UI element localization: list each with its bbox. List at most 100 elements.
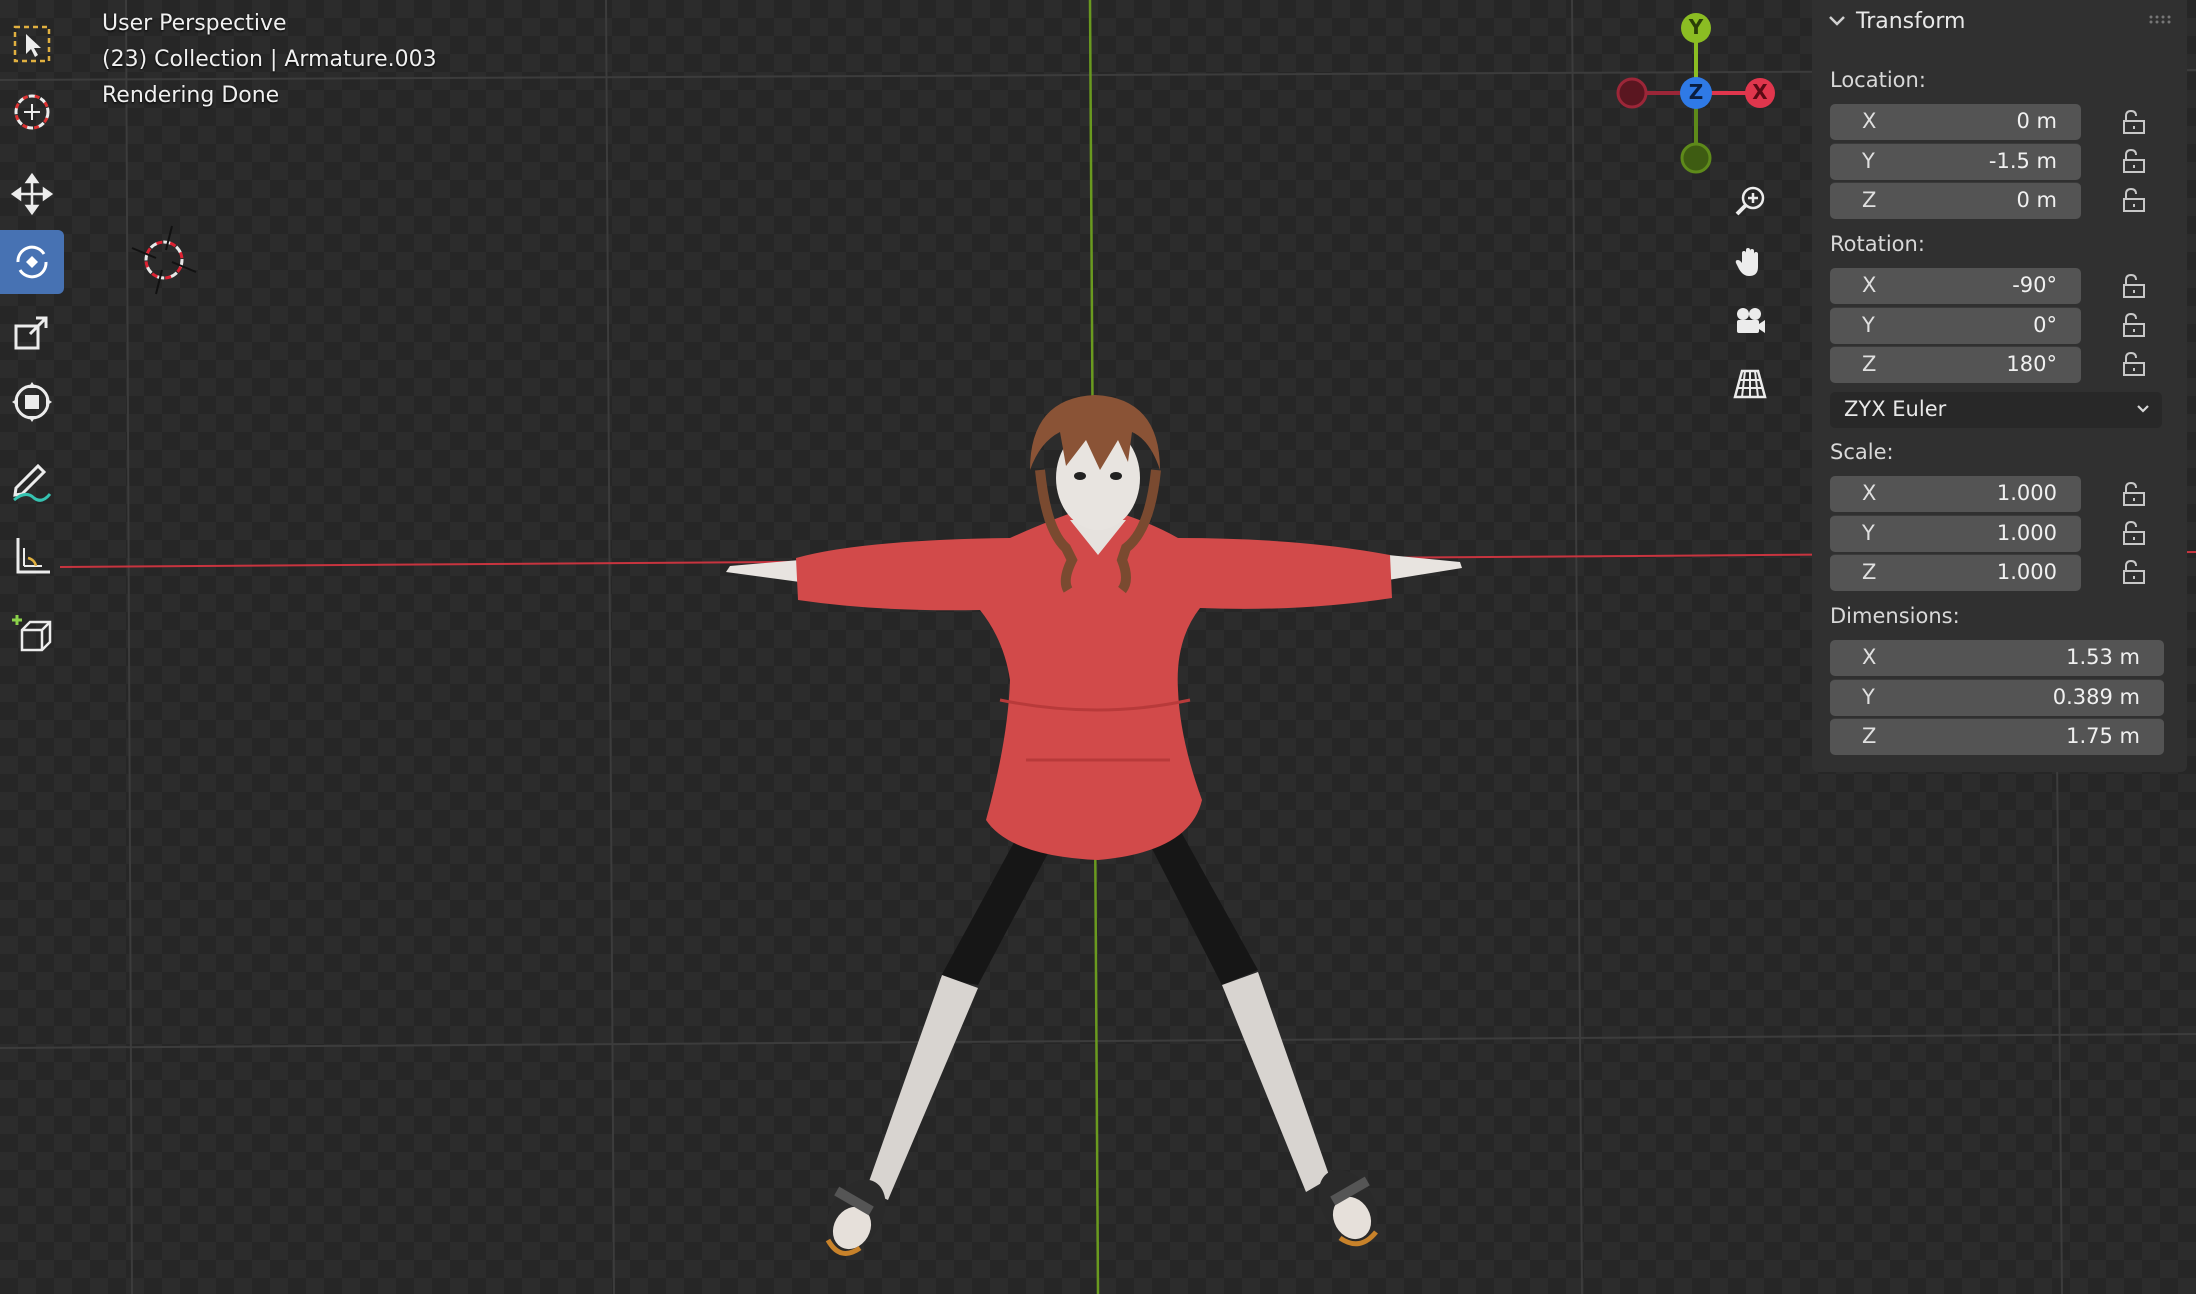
axis-label: X bbox=[1862, 481, 1877, 505]
character-model bbox=[726, 395, 1462, 1256]
location-label: Location: bbox=[1830, 68, 1926, 92]
field-value: 0.389 m bbox=[2052, 685, 2140, 709]
cursor-tool[interactable] bbox=[0, 80, 64, 144]
field-value: -1.5 m bbox=[1988, 149, 2057, 173]
measure-tool[interactable] bbox=[0, 524, 64, 588]
field-value: 180° bbox=[2006, 352, 2057, 376]
rotate-icon bbox=[16, 245, 48, 279]
scale-icon bbox=[14, 316, 48, 350]
field-value: 1.000 bbox=[1996, 481, 2057, 505]
panel-title: Transform bbox=[1856, 9, 1966, 34]
camera-view-button[interactable] bbox=[1728, 300, 1772, 344]
location-z-lock-toggle[interactable] bbox=[2116, 185, 2146, 215]
neg-x-axis-handle bbox=[1616, 77, 1648, 109]
lock-icon bbox=[2123, 273, 2145, 298]
pan-button[interactable] bbox=[1728, 240, 1772, 284]
select-box-tool[interactable] bbox=[0, 12, 64, 76]
scale-x-lock-toggle[interactable] bbox=[2116, 479, 2146, 509]
lock-icon bbox=[2123, 312, 2145, 337]
chevron-down-icon[interactable] bbox=[1828, 14, 1846, 28]
camera-icon bbox=[1737, 308, 1765, 333]
ruler-icon bbox=[16, 538, 50, 574]
viewport-perspective-label: User Perspective bbox=[102, 11, 287, 36]
scale-z-field[interactable]: Z 1.000 bbox=[1830, 554, 2081, 591]
rotate-tool[interactable] bbox=[0, 230, 64, 294]
field-value: 1.53 m bbox=[2066, 645, 2140, 669]
transform-panel-header[interactable]: Transform bbox=[1812, 0, 2187, 44]
lock-icon bbox=[2123, 351, 2145, 376]
field-value: 1.000 bbox=[1996, 560, 2057, 584]
axis-label: Z bbox=[1862, 188, 1877, 212]
scale-x-field[interactable]: X 1.000 bbox=[1830, 476, 2081, 512]
field-value: -90° bbox=[2012, 273, 2057, 297]
location-x-field[interactable]: X 0 m bbox=[1830, 104, 2081, 140]
move-tool[interactable] bbox=[0, 162, 64, 226]
dimensions-y-field[interactable]: Y 0.389 m bbox=[1830, 679, 2164, 716]
rotation-x-field[interactable]: X -90° bbox=[1830, 268, 2081, 304]
move-arrows-icon bbox=[10, 172, 54, 216]
axis-label: Y bbox=[1862, 149, 1875, 173]
transform-icon bbox=[12, 382, 52, 422]
dimensions-x-field[interactable]: X 1.53 m bbox=[1830, 640, 2164, 676]
add-cube-tool[interactable] bbox=[0, 602, 64, 666]
rotation-z-field[interactable]: Z 180° bbox=[1830, 346, 2081, 383]
drag-handle-icon[interactable] bbox=[2148, 14, 2172, 24]
lock-icon bbox=[2123, 520, 2145, 545]
zoom-button[interactable] bbox=[1728, 180, 1772, 224]
rotation-y-lock-toggle[interactable] bbox=[2116, 310, 2146, 340]
axis-label: Y bbox=[1862, 685, 1875, 709]
perspective-toggle-button[interactable] bbox=[1728, 362, 1772, 406]
scale-y-lock-toggle[interactable] bbox=[2116, 518, 2146, 548]
transform-tool[interactable] bbox=[0, 370, 64, 434]
add-cube-icon bbox=[12, 615, 52, 652]
axis-label: X bbox=[1862, 645, 1877, 669]
gizmo-z-label[interactable]: Z bbox=[1686, 80, 1706, 104]
rotation-x-lock-toggle[interactable] bbox=[2116, 271, 2146, 301]
field-value: 1.000 bbox=[1996, 521, 2057, 545]
annotate-tool[interactable] bbox=[0, 450, 64, 514]
location-y-field[interactable]: Y -1.5 m bbox=[1830, 143, 2081, 180]
scale-label: Scale: bbox=[1830, 440, 1894, 464]
dimensions-z-field[interactable]: Z 1.75 m bbox=[1830, 718, 2164, 755]
lock-icon bbox=[2123, 481, 2145, 506]
zoom-icon bbox=[1735, 186, 1765, 216]
location-x-lock-toggle[interactable] bbox=[2116, 107, 2146, 137]
transform-panel: Transform Location: X 0 m Y -1.5 m Z 0 m Ro… bbox=[1812, 0, 2187, 772]
scale-z-lock-toggle[interactable] bbox=[2116, 557, 2146, 587]
field-value: 0 m bbox=[2016, 188, 2058, 212]
axis-label: Z bbox=[1862, 724, 1877, 748]
axis-label: Y bbox=[1862, 521, 1875, 545]
field-value: 1.75 m bbox=[2066, 724, 2140, 748]
dimensions-label: Dimensions: bbox=[1830, 604, 1960, 628]
location-z-field[interactable]: Z 0 m bbox=[1830, 182, 2081, 219]
location-y-lock-toggle[interactable] bbox=[2116, 146, 2146, 176]
scale-tool[interactable] bbox=[0, 300, 64, 364]
lock-icon bbox=[2123, 148, 2145, 173]
axis-label: X bbox=[1862, 273, 1877, 297]
axis-label: X bbox=[1862, 109, 1877, 133]
lock-icon bbox=[2123, 109, 2145, 134]
rotation-y-field[interactable]: Y 0° bbox=[1830, 307, 2081, 344]
rotation-label: Rotation: bbox=[1830, 232, 1925, 256]
rotation-mode-dropdown[interactable]: ZYX Euler bbox=[1830, 392, 2162, 428]
viewport-collection-label: (23) Collection | Armature.003 bbox=[102, 47, 437, 72]
axis-label: Z bbox=[1862, 560, 1877, 584]
gizmo-x-label[interactable]: X bbox=[1750, 80, 1770, 104]
axis-label: Z bbox=[1862, 352, 1877, 376]
hand-pan-icon bbox=[1735, 248, 1758, 276]
3d-viewport[interactable]: X Y Z User Perspective (23) Collection |… bbox=[0, 0, 2196, 1294]
viewport-render-status: Rendering Done bbox=[102, 83, 280, 108]
grid-perspective-icon bbox=[1733, 369, 1767, 399]
3d-cursor-icon bbox=[131, 225, 197, 295]
rotation-mode-value: ZYX Euler bbox=[1844, 397, 1947, 421]
scale-y-field[interactable]: Y 1.000 bbox=[1830, 515, 2081, 552]
neg-y-axis-handle bbox=[1680, 142, 1712, 174]
lock-icon bbox=[2123, 187, 2145, 212]
axis-label: Y bbox=[1862, 313, 1875, 337]
lock-icon bbox=[2123, 559, 2145, 584]
field-value: 0° bbox=[2033, 313, 2057, 337]
gizmo-y-label[interactable]: Y bbox=[1686, 15, 1706, 39]
rotation-z-lock-toggle[interactable] bbox=[2116, 349, 2146, 379]
field-value: 0 m bbox=[2016, 109, 2058, 133]
chevron-down-icon bbox=[2137, 405, 2149, 413]
